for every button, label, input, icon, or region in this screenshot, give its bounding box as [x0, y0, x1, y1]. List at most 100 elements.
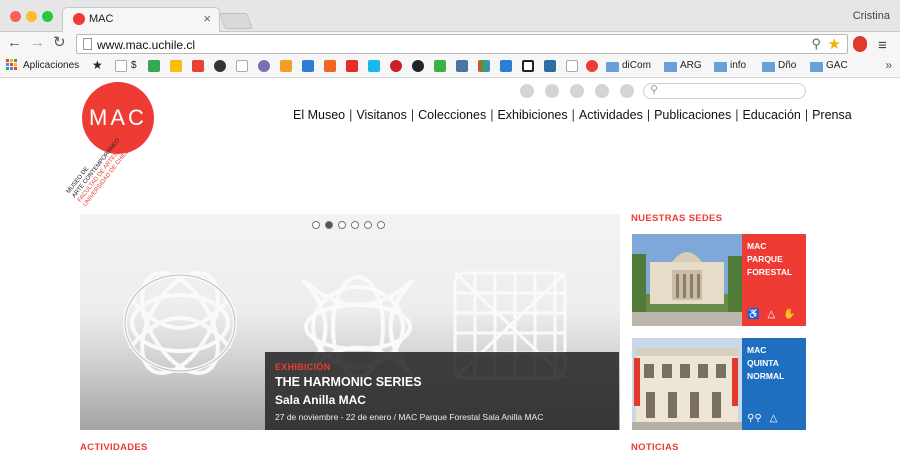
- square-bookmark-icon[interactable]: [522, 60, 534, 72]
- minimize-window-button[interactable]: [26, 11, 37, 22]
- dark-bookmark-icon[interactable]: [412, 60, 424, 72]
- nav-colecciones[interactable]: Colecciones: [418, 108, 486, 122]
- reload-button[interactable]: ↻: [53, 35, 66, 51]
- bookmarks-overflow-icon[interactable]: »: [885, 58, 892, 72]
- search-icon[interactable]: ⚲: [811, 36, 821, 52]
- page-bookmark-icon[interactable]: [566, 60, 578, 72]
- extension-shield-icon[interactable]: [853, 36, 867, 52]
- back-button[interactable]: ←: [7, 35, 22, 51]
- bookmarks-bar: Aplicaciones ★ $ diCom ARG info Dño GAC …: [0, 56, 900, 78]
- sede-name-line: MAC: [747, 241, 767, 251]
- sede-amenities: ♿ △ ✋: [747, 309, 796, 320]
- hanger-icon: △: [767, 309, 776, 320]
- slider-pagination: [312, 221, 385, 229]
- forward-button[interactable]: →: [30, 35, 45, 51]
- nav-visitanos[interactable]: Visitanos: [356, 108, 407, 122]
- parque-forestal-photo: [632, 234, 742, 326]
- nav-publicaciones[interactable]: Publicaciones: [654, 108, 731, 122]
- section-heading-noticias: NOTICIAS: [631, 442, 679, 453]
- wheelchair-icon: ♿: [747, 309, 760, 320]
- slide-dot[interactable]: [351, 221, 359, 229]
- nav-actividades[interactable]: Actividades: [579, 108, 643, 122]
- nav-separator: |: [410, 108, 415, 122]
- new-tab-button[interactable]: [219, 13, 253, 29]
- blue-bookmark-icon[interactable]: [302, 60, 314, 72]
- orange-bookmark-icon[interactable]: [280, 60, 292, 72]
- hero-dates: 27 de noviembre - 22 de enero / MAC Parq…: [275, 412, 544, 422]
- page-bookmark-icon[interactable]: [236, 60, 248, 72]
- maps-bookmark-icon[interactable]: [148, 60, 160, 72]
- twitter-icon[interactable]: [545, 84, 559, 98]
- nav-separator: |: [571, 108, 575, 122]
- url-text[interactable]: www.mac.uchile.cl: [97, 38, 195, 52]
- soundcloud-bookmark-icon[interactable]: [324, 60, 336, 72]
- sede-name: MAC QUINTA NORMAL: [747, 344, 784, 383]
- bookmark-star-icon[interactable]: ★: [92, 58, 103, 72]
- menu-icon[interactable]: ≡: [878, 37, 887, 54]
- sculpture-image: [123, 271, 237, 375]
- flickr-icon[interactable]: [620, 84, 634, 98]
- sede-panel: MAC PARQUE FORESTAL ♿ △ ✋: [742, 234, 806, 326]
- slide-dot-active[interactable]: [325, 221, 333, 229]
- nav-separator: |: [804, 108, 809, 122]
- slide-dot[interactable]: [312, 221, 320, 229]
- vimeo-bookmark-icon[interactable]: [368, 60, 380, 72]
- nav-educacion[interactable]: Educación: [742, 108, 800, 122]
- bookmark-apps[interactable]: Aplicaciones: [23, 60, 79, 71]
- sede-card-quinta-normal[interactable]: MAC QUINTA NORMAL ⚲⚲ △: [632, 338, 806, 430]
- tab-title: MAC: [89, 13, 114, 25]
- slide-dot[interactable]: [338, 221, 346, 229]
- address-bar[interactable]: www.mac.uchile.cl ⚲ ★: [76, 34, 848, 54]
- green-bookmark-icon[interactable]: [434, 60, 446, 72]
- grid-bookmark-icon[interactable]: [500, 60, 512, 72]
- apps-grid-icon[interactable]: [6, 59, 18, 71]
- mac-bookmark-icon[interactable]: [586, 60, 598, 72]
- profile-name[interactable]: Cristina: [853, 10, 890, 22]
- zoom-window-button[interactable]: [42, 11, 53, 22]
- youtube-bookmark-icon[interactable]: [346, 60, 358, 72]
- bookmark-star-icon[interactable]: ★: [828, 35, 841, 53]
- bookmark-folder-dicom[interactable]: diCom: [622, 60, 651, 71]
- sede-amenities: ⚲⚲ △: [747, 413, 777, 424]
- nav-el-museo[interactable]: El Museo: [293, 108, 345, 122]
- yellow-bookmark-icon[interactable]: [170, 60, 182, 72]
- tumblr-bookmark-icon[interactable]: [544, 60, 556, 72]
- folder-icon: [810, 62, 823, 72]
- sede-name: MAC PARQUE FORESTAL: [747, 240, 792, 279]
- youtube-icon[interactable]: [570, 84, 584, 98]
- bookmark-folder-dno[interactable]: Dño: [778, 60, 796, 71]
- bookmark-folder-gac[interactable]: GAC: [826, 60, 848, 71]
- bicycle-icon: ⚲⚲: [747, 413, 762, 424]
- browser-tab[interactable]: MAC ×: [62, 7, 220, 33]
- close-tab-icon[interactable]: ×: [203, 11, 211, 26]
- site-search-input[interactable]: ⚲: [643, 83, 806, 99]
- bookmark-folder-info[interactable]: info: [730, 60, 746, 71]
- bookmark-dollar[interactable]: $: [131, 60, 137, 71]
- nav-prensa[interactable]: Prensa: [812, 108, 852, 122]
- hand-icon: ✋: [783, 309, 796, 320]
- close-window-button[interactable]: [10, 11, 21, 22]
- folder-icon: [762, 62, 775, 72]
- page-bookmark-icon[interactable]: [115, 60, 127, 72]
- main-nav: El Museo | Visitanos | Colecciones | Exhibi…: [293, 108, 852, 122]
- vk-bookmark-icon[interactable]: [456, 60, 468, 72]
- nav-separator: |: [490, 108, 494, 122]
- slide-dot[interactable]: [364, 221, 372, 229]
- hero-kicker: EXHIBICIÓN: [275, 362, 331, 372]
- chat-bookmark-icon[interactable]: [214, 60, 226, 72]
- bookmark-folder-arg[interactable]: ARG: [680, 60, 702, 71]
- folder-icon: [714, 62, 727, 72]
- facebook-icon[interactable]: [520, 84, 534, 98]
- red-bookmark-icon[interactable]: [192, 60, 204, 72]
- sede-card-parque-forestal[interactable]: MAC PARQUE FORESTAL ♿ △ ✋: [632, 234, 806, 326]
- instagram-icon[interactable]: [595, 84, 609, 98]
- slide-dot[interactable]: [377, 221, 385, 229]
- colorful-bookmark-icon[interactable]: [478, 60, 490, 72]
- hero-caption[interactable]: EXHIBICIÓN THE HARMONIC SERIES Sala Anil…: [265, 352, 619, 430]
- nav-exhibiciones[interactable]: Exhibiciones: [497, 108, 567, 122]
- hero-title[interactable]: THE HARMONIC SERIES: [275, 375, 422, 389]
- purple-bookmark-icon[interactable]: [258, 60, 270, 72]
- pinterest-bookmark-icon[interactable]: [390, 60, 402, 72]
- quinta-normal-photo: [632, 338, 742, 430]
- sede-name-line: QUINTA: [747, 358, 779, 368]
